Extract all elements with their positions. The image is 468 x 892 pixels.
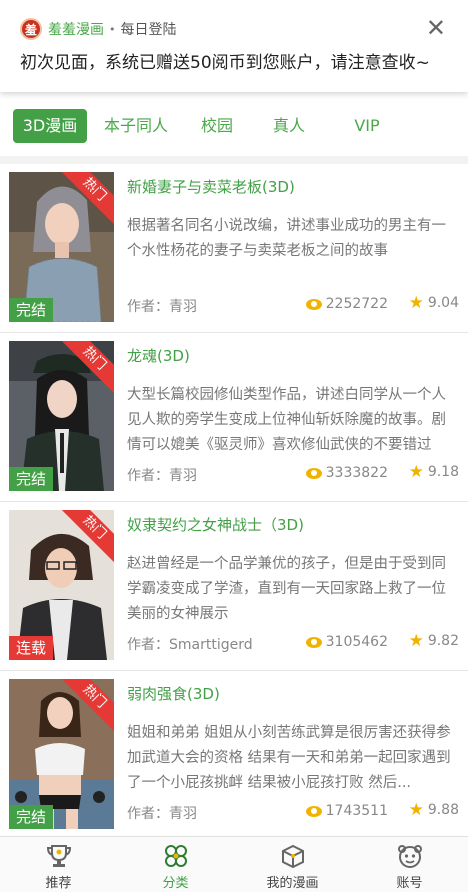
comic-cover[interactable]: 热门 完结: [9, 341, 114, 491]
notification-separator: •: [109, 22, 116, 36]
status-badge: 连载: [9, 636, 54, 660]
view-count: 3105462: [305, 634, 388, 650]
view-count: 3333822: [305, 465, 388, 481]
rating: ★ 9.18: [408, 462, 459, 482]
comic-title[interactable]: 龙魂(3D): [127, 345, 190, 366]
comic-author: 作者：青羽: [127, 806, 197, 822]
list-item[interactable]: 热门 完结 新婚妻子与卖菜老板(3D) 根据著名同名小说改编，讲述事业成功的男主…: [0, 164, 468, 333]
notification-app-name: 羞羞漫画: [48, 22, 104, 38]
view-count-value: 3333822: [325, 465, 388, 481]
view-count-value: 3105462: [325, 634, 388, 650]
nav-label: 我的漫画: [266, 876, 319, 891]
close-icon[interactable]: ✕: [426, 16, 446, 40]
star-icon: ★: [408, 293, 424, 313]
view-count-value: 2252722: [325, 296, 388, 312]
view-count: 1743511: [305, 803, 388, 819]
comic-title[interactable]: 弱肉强食(3D): [127, 683, 220, 704]
nav-label: 推荐: [45, 876, 72, 891]
eye-icon: [305, 467, 322, 479]
tab-vip[interactable]: VIP: [337, 109, 397, 143]
notification-message: 初次见面，系统已赠送50阅币到您账户，请注意查收~: [20, 53, 430, 73]
face-icon: [396, 842, 424, 870]
comic-cover[interactable]: 热门 完结: [9, 679, 114, 829]
clover-icon: [162, 842, 190, 870]
tab-real-person[interactable]: 真人: [259, 109, 319, 143]
notification-header: 羞 羞羞漫画 • 每日登陆: [20, 18, 177, 40]
nav-account[interactable]: 账号: [351, 837, 468, 892]
star-icon: ★: [408, 631, 424, 651]
eye-icon: [305, 805, 322, 817]
bottom-nav: 推荐 分类 我的漫画 账号: [0, 836, 468, 892]
nav-label: 账号: [396, 876, 423, 891]
notification-banner[interactable]: 羞 羞羞漫画 • 每日登陆 ✕ 初次见面，系统已赠送50阅币到您账户，请注意查收…: [0, 0, 468, 92]
tab-campus[interactable]: 校园: [187, 109, 247, 143]
view-count-value: 1743511: [325, 803, 388, 819]
category-tabs: 3D漫画 本子同人 校园 真人 VIP: [0, 104, 468, 148]
comic-description: 姐姐和弟弟 姐姐从小刻苦练武算是很厉害还获得参加武道大会的资格 结果有一天和弟弟…: [127, 725, 451, 791]
list-item[interactable]: 热门 完结 龙魂(3D) 大型长篇校园修仙类型作品，讲述白同学从一个人见人欺的旁…: [0, 333, 468, 502]
comic-title[interactable]: 奴隶契约之女神战士（3D): [127, 514, 304, 535]
rating-value: 9.04: [427, 295, 459, 311]
comic-description: 赵进曾经是一个品学兼优的孩子，但是由于受到同学霸凌变成了学渣，直到有一天回家路上…: [127, 556, 446, 622]
status-badge: 完结: [9, 805, 54, 829]
view-count: 2252722: [305, 296, 388, 312]
tab-doujin[interactable]: 本子同人: [91, 109, 181, 143]
comic-list: 热门 完结 新婚妻子与卖菜老板(3D) 根据著名同名小说改编，讲述事业成功的男主…: [0, 164, 468, 840]
box-icon: [279, 842, 307, 870]
star-icon: ★: [408, 462, 424, 482]
comic-title[interactable]: 新婚妻子与卖菜老板(3D): [127, 176, 295, 197]
notification-subtitle: 每日登陆: [120, 22, 177, 38]
star-icon: ★: [408, 800, 424, 820]
nav-label: 分类: [162, 876, 189, 891]
comic-cover[interactable]: 热门 完结: [9, 172, 114, 322]
list-item[interactable]: 热门 完结 弱肉强食(3D) 姐姐和弟弟 姐姐从小刻苦练武算是很厉害还获得参加武…: [0, 671, 468, 840]
eye-icon: [305, 298, 322, 310]
rating: ★ 9.82: [408, 631, 459, 651]
list-item[interactable]: 热门 连载 奴隶契约之女神战士（3D) 赵进曾经是一个品学兼优的孩子，但是由于受…: [0, 502, 468, 671]
comic-author: 作者：Smarttigerd: [127, 637, 253, 653]
rating-value: 9.82: [427, 633, 459, 649]
rating-value: 9.18: [427, 464, 459, 480]
nav-my-comics[interactable]: 我的漫画: [234, 837, 351, 892]
comic-author: 作者：青羽: [127, 468, 197, 484]
comic-cover[interactable]: 热门 连载: [9, 510, 114, 660]
tab-3d-comics[interactable]: 3D漫画: [13, 109, 87, 143]
status-badge: 完结: [9, 298, 54, 322]
comic-author: 作者：青羽: [127, 299, 197, 315]
rating: ★ 9.04: [408, 293, 459, 313]
comic-description: 大型长篇校园修仙类型作品，讲述白同学从一个人见人欺的旁学生变成上位神仙斩妖除魔的…: [127, 387, 446, 453]
comic-description: 根据著名同名小说改编，讲述事业成功的男主有一个水性杨花的妻子与卖菜老板之间的故事: [127, 218, 446, 259]
app-page: 羞 羞羞漫画 • 每日登陆 ✕ 初次见面，系统已赠送50阅币到您账户，请注意查收…: [0, 0, 468, 892]
rating: ★ 9.88: [408, 800, 459, 820]
section-divider: [0, 156, 468, 164]
rating-value: 9.88: [427, 802, 459, 818]
nav-category[interactable]: 分类: [117, 837, 234, 892]
status-badge: 完结: [9, 467, 54, 491]
app-logo-icon: 羞: [20, 18, 42, 40]
trophy-icon: [45, 842, 73, 870]
nav-recommend[interactable]: 推荐: [0, 837, 117, 892]
eye-icon: [305, 636, 322, 648]
